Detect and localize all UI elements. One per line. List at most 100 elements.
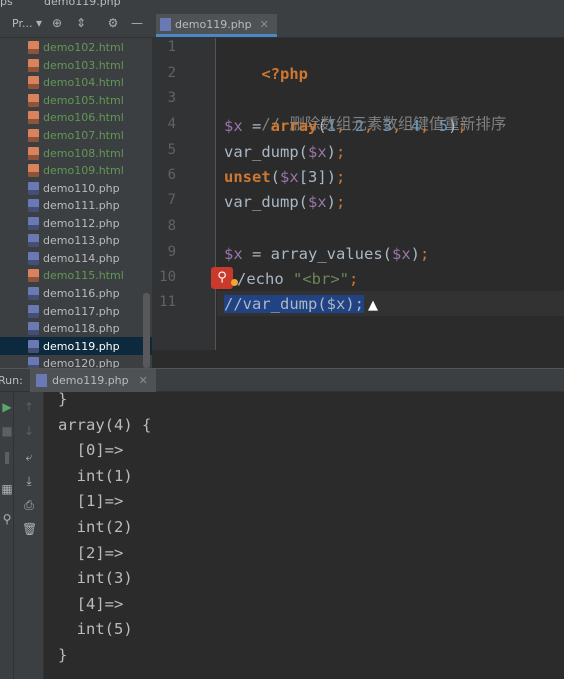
top-strip: ps demo119.php	[0, 0, 564, 10]
soft-wrap-icon[interactable]: ⤶	[22, 450, 36, 464]
php-file-icon	[28, 216, 39, 230]
file-name: demo107.html	[43, 129, 124, 143]
code-number: 2	[354, 117, 365, 135]
code-comma: ,	[364, 117, 383, 135]
file-name: demo106.html	[43, 111, 124, 125]
file-name: demo115.html	[43, 269, 124, 283]
file-tree-item[interactable]: demo119.php	[0, 337, 152, 355]
minimize-icon[interactable]: —	[130, 16, 144, 30]
close-icon[interactable]: ✕	[139, 374, 148, 387]
project-scrollbar[interactable]	[143, 293, 150, 368]
run-console-output[interactable]: } array(4) { [0]=> int(1) [1]=> int(2) [2…	[44, 392, 564, 679]
code-semicolon: ;	[336, 193, 346, 211]
code-var: $x	[224, 117, 243, 135]
file-tree-item[interactable]: demo106.html	[0, 109, 152, 127]
code-editor[interactable]: <?php // 删除数组元素数组键值重新排序 $x = array(1, 2,…	[217, 38, 564, 350]
file-tree-item[interactable]: demo112.php	[0, 215, 152, 233]
project-panel-header: Pr... ▾ ⊕ ⇕ ⚙ —	[0, 10, 152, 38]
file-tree-item[interactable]: demo113.php	[0, 232, 152, 250]
file-name: demo112.php	[43, 216, 120, 230]
collapse-icon[interactable]: ⇕	[74, 16, 88, 30]
file-tree-item[interactable]: demo116.php	[0, 285, 152, 303]
file-tree-item[interactable]: demo115.html	[0, 267, 152, 285]
file-tree-item[interactable]: demo118.php	[0, 320, 152, 338]
project-panel-title[interactable]: Pr...	[12, 17, 32, 30]
html-file-icon	[28, 111, 39, 125]
run-toolbar-primary: ▶ ■ ❚ ▦ ⚲	[0, 392, 14, 679]
intention-bulb-icon[interactable]: ⚲	[211, 267, 233, 289]
php-file-icon	[28, 251, 39, 265]
run-tab-demo119[interactable]: demo119.php ✕	[30, 369, 156, 392]
file-tree-item[interactable]: demo107.html	[0, 127, 152, 145]
layout-icon[interactable]: ▦	[0, 482, 14, 496]
stop-icon[interactable]: ■	[0, 424, 14, 438]
file-name: demo120.php	[43, 357, 120, 368]
line-number: 4	[167, 116, 176, 132]
code-paren: )	[326, 193, 337, 211]
file-name: demo110.php	[43, 181, 120, 195]
file-name: demo117.php	[43, 304, 120, 318]
arrow-up-icon[interactable]: ↑	[22, 400, 36, 414]
run-panel-header: Run: demo119.php ✕	[0, 368, 564, 392]
line-number: 2	[167, 65, 176, 81]
pause-icon[interactable]: ❚	[0, 450, 14, 464]
file-tree-item[interactable]: demo114.php	[0, 250, 152, 268]
top-tab-text[interactable]: demo119.php	[44, 0, 121, 8]
file-name: demo118.php	[43, 322, 120, 336]
file-tree-item[interactable]: demo108.html	[0, 144, 152, 162]
code-paren: )	[410, 245, 420, 263]
dropdown-arrow-icon[interactable]: ▾	[32, 16, 46, 30]
editor-tab-demo119[interactable]: demo119.php ✕	[156, 14, 277, 37]
gear-icon[interactable]: ⚙	[106, 16, 120, 30]
console-line: [2]=>	[58, 543, 124, 562]
file-tree-item[interactable]: demo109.html	[0, 162, 152, 180]
selected-code[interactable]: //var_dump($x);	[224, 295, 364, 313]
console-line: [4]=>	[58, 594, 124, 613]
file-name: demo119.php	[43, 339, 120, 353]
file-tree-item[interactable]: demo111.php	[0, 197, 152, 215]
file-name: demo105.html	[43, 93, 124, 107]
code-keyword: array	[270, 117, 318, 135]
console-line: }	[58, 646, 68, 664]
code-comma: ,	[336, 117, 355, 135]
scroll-to-end-icon[interactable]: ⤓	[22, 474, 36, 488]
file-name: demo102.html	[43, 41, 124, 55]
file-tree-item[interactable]: demo103.html	[0, 57, 152, 75]
php-file-icon	[28, 286, 39, 300]
arrow-down-icon[interactable]: ↓	[22, 424, 36, 438]
file-tree-item[interactable]: demo120.php	[0, 355, 152, 368]
code-line-11: //var_dump($x);	[224, 292, 364, 316]
mouse-cursor-icon: ▲	[368, 298, 378, 313]
editor-bottom-space	[152, 350, 564, 368]
file-tree-item[interactable]: demo104.html	[0, 74, 152, 92]
code-function: var_dump(	[224, 193, 308, 211]
trash-icon[interactable]: 🗑	[22, 522, 37, 536]
file-tree-item[interactable]: demo117.php	[0, 302, 152, 320]
code-number: 5	[438, 117, 449, 135]
code-keyword: unset	[224, 168, 271, 186]
pin-icon[interactable]: ⚲	[0, 512, 14, 526]
php-file-icon	[28, 199, 39, 213]
print-icon[interactable]: ⎙	[22, 498, 36, 512]
file-name: demo111.php	[43, 199, 120, 213]
html-file-icon	[28, 93, 39, 107]
code-var: $x	[308, 143, 327, 161]
target-icon[interactable]: ⊕	[50, 16, 64, 30]
file-name: demo113.php	[43, 234, 120, 248]
file-name: demo109.html	[43, 164, 124, 178]
run-icon[interactable]: ▶	[0, 400, 14, 414]
code-function: var_dump(	[224, 143, 308, 161]
file-name: demo116.php	[43, 286, 120, 300]
file-tree-item[interactable]: demo110.php	[0, 179, 152, 197]
file-tree-item[interactable]: demo105.html	[0, 92, 152, 110]
code-index: [3]	[298, 168, 327, 186]
console-line: }	[58, 392, 68, 408]
code-op: =	[242, 117, 271, 135]
line-number: 7	[167, 192, 176, 208]
html-file-icon	[28, 146, 39, 160]
console-line: array(4) {	[58, 415, 152, 434]
file-tree-item[interactable]: demo102.html	[0, 39, 152, 57]
html-file-icon	[28, 41, 39, 55]
close-icon[interactable]: ✕	[260, 18, 269, 31]
code-semicolon: ;	[349, 270, 359, 288]
